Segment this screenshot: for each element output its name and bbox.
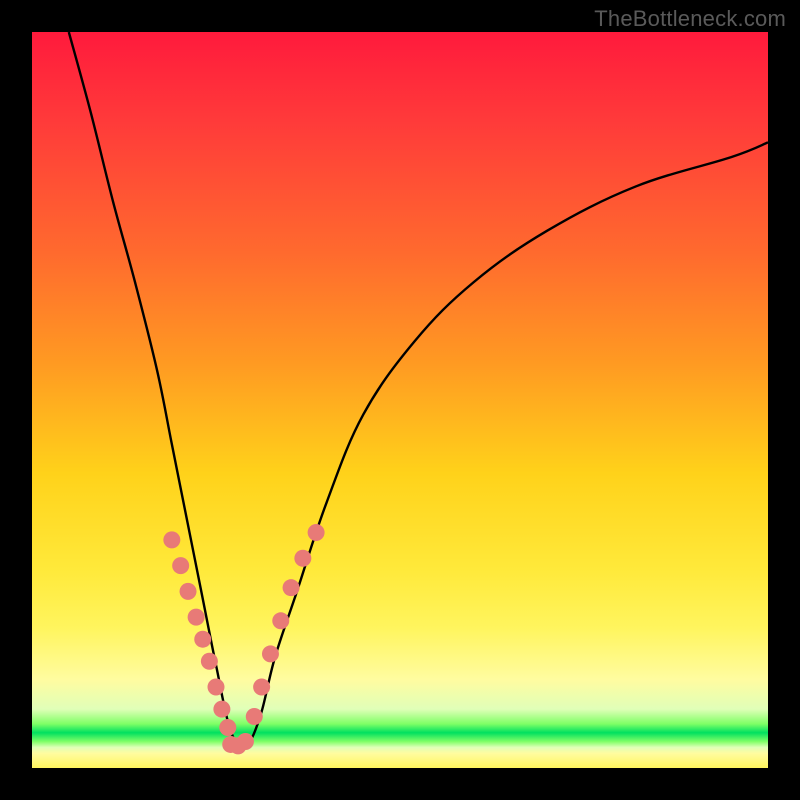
- chart-frame: TheBottleneck.com: [0, 0, 800, 800]
- curve-bead: [283, 579, 300, 596]
- curve-bead: [180, 583, 197, 600]
- curve-bead: [308, 524, 325, 541]
- curve-bead: [213, 701, 230, 718]
- curve-bead: [188, 609, 205, 626]
- curve-bead: [163, 531, 180, 548]
- curve-bead: [246, 708, 263, 725]
- bottleneck-curve-svg: [32, 32, 768, 768]
- watermark-text: TheBottleneck.com: [594, 6, 786, 32]
- curve-bead: [172, 557, 189, 574]
- curve-bead: [201, 653, 218, 670]
- curve-bead: [294, 550, 311, 567]
- plot-area: [32, 32, 768, 768]
- curve-bead: [194, 631, 211, 648]
- curve-bead: [208, 679, 225, 696]
- curve-bead: [219, 719, 236, 736]
- curve-bead: [262, 645, 279, 662]
- curve-bead: [237, 733, 254, 750]
- bottleneck-curve-path: [69, 32, 768, 747]
- curve-bead: [253, 679, 270, 696]
- curve-beads-group: [163, 524, 324, 754]
- curve-bead: [272, 612, 289, 629]
